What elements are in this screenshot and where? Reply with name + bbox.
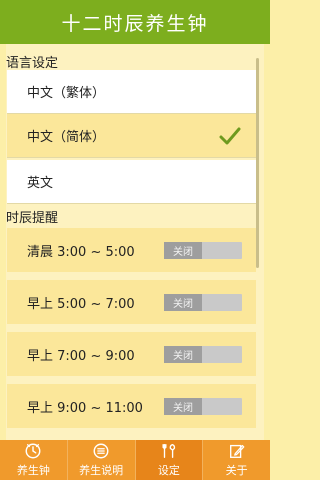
reminder-row-5-7: 早上 5:00 ~ 7:00 关闭	[7, 280, 256, 324]
toggle-state-label: 关闭	[164, 346, 202, 363]
tab-instructions[interactable]: 养生说明	[66, 440, 135, 480]
reminder-time-label: 早上 7:00 ~ 9:00	[27, 348, 135, 364]
reminder-time-label: 早上 5:00 ~ 7:00	[27, 296, 135, 312]
toggle-state-label: 关闭	[164, 242, 202, 259]
tab-label: 设定	[157, 464, 180, 477]
language-option-label: 中文（简体）	[27, 130, 106, 145]
reminder-time-label: 早上 9:00 ~ 11:00	[27, 400, 143, 416]
checkmark-icon	[219, 127, 241, 145]
toggle-state-label: 关闭	[164, 398, 202, 415]
language-option-label: 中文（繁体）	[27, 86, 106, 101]
reminder-toggle[interactable]: 关闭	[164, 398, 242, 415]
reminder-row-3-5: 清晨 3:00 ~ 5:00 关闭	[7, 228, 256, 272]
settings-content[interactable]: 语言设定 中文（繁体） 中文（简体） 英文 时辰提醒 清晨 3:00 ~ 5:0…	[0, 44, 270, 440]
bottom-tab-bar: 养生钟 养生说明 设定 关于	[0, 440, 270, 480]
clock-icon	[25, 443, 41, 459]
language-option-simplified[interactable]: 中文（简体）	[7, 114, 256, 158]
tab-label: 关于	[225, 464, 248, 477]
app-header: 十二时辰养生钟	[0, 0, 270, 44]
app-title: 十二时辰养生钟	[61, 12, 209, 35]
reminder-row-7-9: 早上 7:00 ~ 9:00 关闭	[7, 332, 256, 376]
reminder-toggle[interactable]: 关闭	[164, 346, 242, 363]
reminder-time-label: 清晨 3:00 ~ 5:00	[27, 244, 135, 260]
reminder-toggle[interactable]: 关闭	[164, 294, 242, 311]
reminder-section-title: 时辰提醒	[6, 211, 59, 226]
tab-about[interactable]: 关于	[202, 440, 270, 480]
tab-clock[interactable]: 养生钟	[0, 440, 67, 480]
tab-settings[interactable]: 设定	[134, 440, 203, 480]
scrollbar[interactable]	[256, 58, 259, 268]
reminder-row-9-11: 早上 9:00 ~ 11:00 关闭	[7, 384, 256, 428]
list-icon	[93, 443, 109, 459]
language-option-label: 英文	[27, 176, 54, 191]
tab-label: 养生钟	[16, 464, 50, 477]
language-section-title: 语言设定	[6, 56, 59, 71]
language-option-english[interactable]: 英文	[7, 160, 256, 204]
tab-label: 养生说明	[79, 464, 124, 477]
reminder-toggle[interactable]: 关闭	[164, 242, 242, 259]
tools-icon	[162, 444, 176, 458]
language-option-traditional[interactable]: 中文（繁体）	[7, 70, 256, 114]
edit-icon	[229, 444, 245, 458]
toggle-state-label: 关闭	[164, 294, 202, 311]
